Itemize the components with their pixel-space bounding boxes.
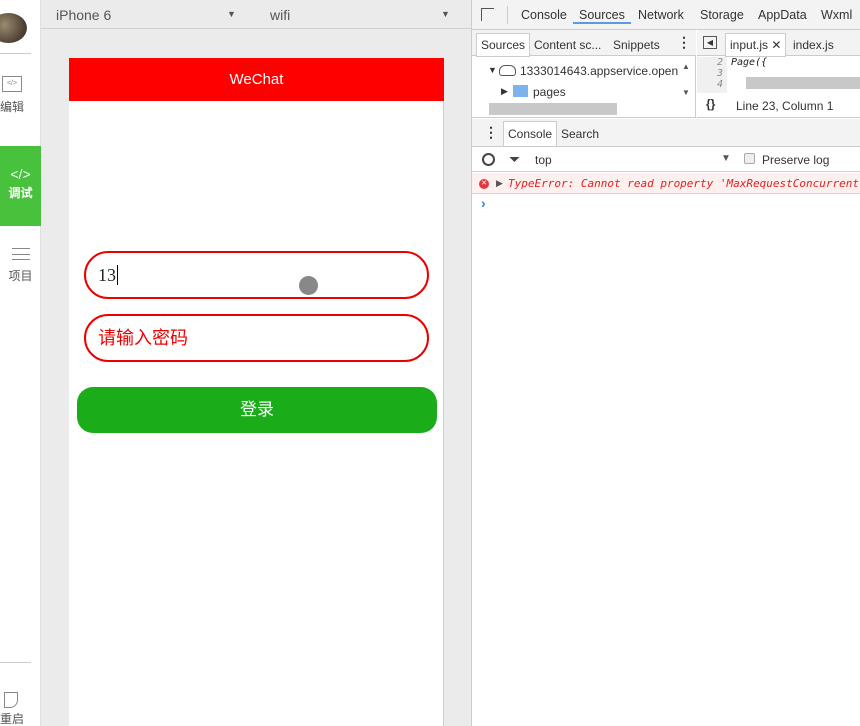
navigator-pane: Sources Content sc... Snippets ⋮ ▼ 13330… [472, 30, 696, 118]
tab-appdata[interactable]: AppData [758, 8, 807, 22]
filter-icon[interactable]: ⏷ [509, 151, 520, 168]
preserve-log-checkbox[interactable] [744, 153, 755, 164]
avatar[interactable] [0, 13, 27, 43]
scroll-up-icon[interactable]: ▲ [682, 62, 690, 71]
cloud-icon [499, 65, 516, 76]
more-icon[interactable]: ⋮ [484, 124, 498, 141]
restart-icon [4, 692, 18, 708]
drawer-tab-search[interactable]: Search [561, 127, 599, 141]
sidebar-item-edit[interactable]: </> 编辑 [0, 76, 41, 126]
error-message: TypeError: Cannot read property 'MaxRequ… [508, 177, 860, 190]
preserve-log-label: Preserve log [762, 153, 830, 167]
expand-arrow-icon[interactable]: ▼ [488, 65, 497, 75]
devtools-tabs: Console Sources Network Storage AppData … [472, 0, 860, 30]
code-icon: </> [10, 166, 31, 182]
code-icon: </> [2, 76, 22, 92]
device-select[interactable]: iPhone 6 [56, 7, 111, 23]
tab-network[interactable]: Network [638, 8, 684, 22]
error-icon: ✕ [479, 179, 489, 189]
devtools: Console Sources Network Storage AppData … [471, 0, 860, 726]
nav-bar: WeChat [69, 58, 444, 101]
console-prompt[interactable]: › [481, 195, 486, 211]
drawer-tabs: ⋮ Console Search [472, 119, 860, 147]
password-input[interactable]: 请输入密码 [84, 314, 429, 362]
editor-scrollbar[interactable] [746, 77, 860, 89]
subtab-content-scripts[interactable]: Content sc... [534, 38, 601, 52]
collapse-arrow-icon[interactable]: ▶ [501, 86, 508, 97]
pretty-print-icon[interactable]: {} [706, 97, 715, 111]
console-error-row[interactable]: ✕ ▶ TypeError: Cannot read property 'Max… [472, 173, 860, 194]
expand-arrow-icon[interactable]: ▶ [496, 178, 503, 189]
tree-folder[interactable]: pages [533, 85, 566, 99]
more-icon[interactable]: ⋮ [677, 34, 691, 51]
chevron-down-icon[interactable]: ▼ [441, 9, 450, 19]
login-button[interactable]: 登录 [77, 387, 437, 433]
subtab-sources[interactable]: Sources [476, 33, 531, 57]
drawer-tab-console[interactable]: Console [503, 121, 558, 147]
tab-wxml[interactable]: Wxml [821, 8, 852, 22]
context-select[interactable]: top [535, 153, 552, 167]
editor-tab-index-js[interactable]: index.js [793, 38, 834, 52]
subtab-snippets[interactable]: Snippets [613, 38, 660, 52]
divider [507, 6, 508, 24]
phone-input[interactable]: 13 [84, 251, 429, 299]
sidebar-item-project[interactable]: 项目 [0, 248, 41, 288]
simulator: iPhone 6 ▼ wifi ▼ WeChat 13 请输入密码 登录 [41, 0, 471, 726]
sidebar-item-debug[interactable]: </> 调试 [0, 146, 41, 226]
tab-console[interactable]: Console [521, 8, 567, 22]
folder-icon [513, 85, 528, 97]
editor-tab-input-js[interactable]: input.js ✕ [725, 33, 787, 57]
cursor-position: Line 23, Column 1 [736, 99, 834, 113]
left-sidebar: </> 编辑 </> 调试 项目 重启 [0, 0, 41, 726]
tab-sources[interactable]: Sources [573, 8, 631, 24]
simulator-toolbar: iPhone 6 ▼ wifi ▼ [41, 0, 471, 29]
tree-domain[interactable]: 1333014643.appservice.open.v [520, 64, 678, 78]
console-toolbar: ⏷ top ▼ Preserve log [472, 148, 860, 172]
scroll-down-icon[interactable]: ▼ [682, 88, 690, 97]
code-line[interactable]: Page({ [731, 57, 767, 68]
inspect-icon[interactable] [481, 8, 494, 21]
horizontal-scrollbar[interactable] [489, 103, 617, 115]
toggle-navigator-icon[interactable]: ◀ [703, 36, 717, 49]
line-numbers: 234 [697, 57, 727, 93]
sidebar-item-restart[interactable]: 重启 [0, 692, 41, 726]
phone-screen: WeChat 13 请输入密码 登录 [69, 58, 444, 726]
close-icon[interactable]: ✕ [771, 38, 781, 52]
editor-pane: ◀ input.js ✕ index.js 234 Page({ {} Line… [697, 30, 860, 118]
clear-console-icon[interactable] [482, 153, 495, 166]
chevron-down-icon[interactable]: ▼ [227, 9, 236, 19]
menu-icon [11, 248, 30, 260]
divider [0, 662, 31, 663]
network-select[interactable]: wifi [270, 7, 290, 23]
divider [0, 53, 31, 54]
tab-storage[interactable]: Storage [700, 8, 744, 22]
touch-cursor [299, 276, 318, 295]
chevron-down-icon[interactable]: ▼ [721, 153, 731, 164]
